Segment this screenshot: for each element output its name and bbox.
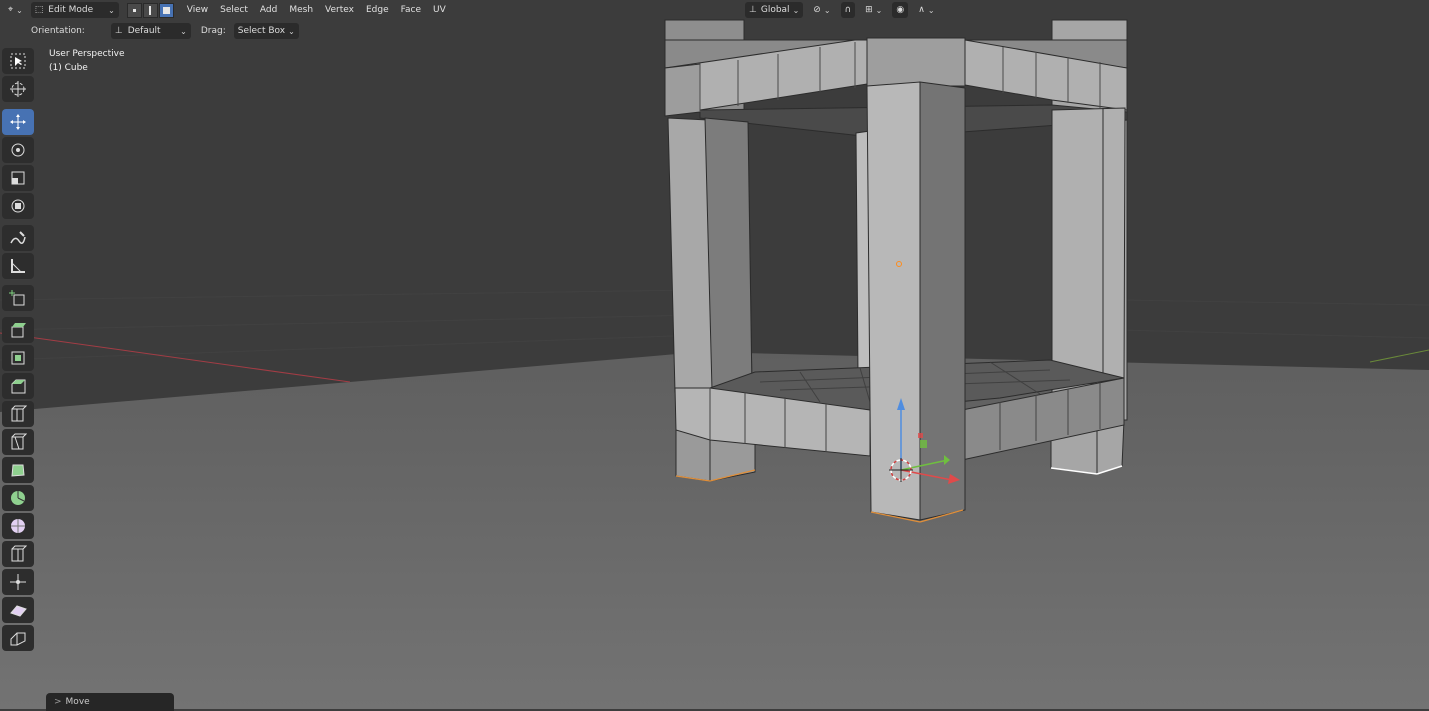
select-box-tool[interactable] bbox=[2, 48, 34, 74]
menu-add[interactable]: Add bbox=[254, 5, 283, 15]
viewport-header: ⌖ ⌄ ⬚ Edit Mode ⌄ View Select Add Mesh Ve… bbox=[0, 0, 1429, 20]
proportional-editing-icon: ◉ bbox=[896, 5, 905, 15]
transform-orientation-value: Global bbox=[760, 5, 790, 15]
last-operator-label: Move bbox=[65, 697, 90, 707]
edge-select-icon[interactable] bbox=[142, 2, 158, 18]
annotate-icon bbox=[10, 231, 26, 244]
spin-tool[interactable] bbox=[2, 485, 34, 511]
editor-type-menu[interactable]: ⌖ ⌄ bbox=[4, 2, 27, 18]
object-name: (1) Cube bbox=[49, 63, 88, 73]
rip-region-icon bbox=[10, 632, 26, 646]
menu-select[interactable]: Select bbox=[214, 5, 254, 15]
face-select-icon[interactable] bbox=[158, 2, 174, 18]
last-operator-panel[interactable]: > Move bbox=[46, 693, 174, 711]
menu-edge[interactable]: Edge bbox=[360, 5, 395, 15]
chevron-down-icon: ⌄ bbox=[108, 5, 115, 15]
expand-arrow-icon: > bbox=[54, 697, 62, 707]
snap-target-dropdown[interactable]: ⊞ ⌄ bbox=[861, 2, 886, 18]
add-cube-tool[interactable] bbox=[2, 285, 34, 311]
edit-mode-icon: ⬚ bbox=[34, 5, 44, 15]
drag-label: Drag: bbox=[200, 26, 226, 36]
loop-cut-icon bbox=[11, 405, 27, 422]
chevron-down-icon: ⌄ bbox=[792, 5, 800, 15]
knife-tool[interactable] bbox=[2, 429, 34, 455]
drag-dropdown[interactable]: Select Box ⌄ bbox=[233, 23, 299, 39]
move-tool[interactable] bbox=[2, 109, 34, 135]
orientation-gizmo-icon: ⊥ bbox=[114, 26, 123, 36]
chevron-down-icon: ⌄ bbox=[927, 5, 935, 15]
chevron-down-icon: ⌄ bbox=[875, 5, 883, 15]
proportional-falloff-dropdown[interactable]: ∧ ⌄ bbox=[914, 2, 938, 18]
cursor-tool[interactable] bbox=[2, 76, 34, 102]
mode-selector[interactable]: ⬚ Edit Mode ⌄ bbox=[30, 2, 119, 18]
inset-tool[interactable] bbox=[2, 345, 34, 371]
header-menus: View Select Add Mesh Vertex Edge Face UV bbox=[181, 5, 452, 15]
poly-build-icon bbox=[11, 464, 25, 477]
shear-tool[interactable] bbox=[2, 597, 34, 623]
extrude-tool[interactable] bbox=[2, 317, 34, 343]
cursor-icon bbox=[10, 81, 26, 97]
view-name: User Perspective bbox=[49, 49, 125, 59]
annotate-tool[interactable] bbox=[2, 225, 34, 251]
vertex-select-icon[interactable] bbox=[126, 2, 142, 18]
orientation-dropdown[interactable]: ⊥ Default ⌄ bbox=[110, 23, 191, 39]
chevron-down-icon: ⌄ bbox=[288, 26, 295, 36]
scale-tool[interactable] bbox=[2, 165, 34, 191]
smooth-icon bbox=[11, 519, 25, 533]
editor-type-icon: ⌖ bbox=[8, 5, 14, 15]
poly-build-tool[interactable] bbox=[2, 457, 34, 483]
mode-label: Edit Mode bbox=[48, 5, 94, 15]
move-icon bbox=[10, 114, 26, 130]
transform-tool[interactable] bbox=[2, 193, 34, 219]
bevel-icon bbox=[11, 379, 26, 394]
measure-tool[interactable] bbox=[2, 253, 34, 279]
menu-view[interactable]: View bbox=[181, 5, 214, 15]
edge-slide-tool[interactable] bbox=[2, 541, 34, 567]
smooth-tool[interactable] bbox=[2, 513, 34, 539]
transform-icon bbox=[11, 199, 25, 213]
transform-orientation-dropdown[interactable]: ⊥ Global ⌄ bbox=[745, 2, 804, 18]
magnet-icon: ∩ bbox=[844, 5, 852, 15]
chevron-down-icon: ⌄ bbox=[16, 5, 23, 15]
scale-icon bbox=[11, 171, 25, 185]
proportional-editing-toggle[interactable]: ◉ bbox=[892, 2, 909, 18]
add-cube-icon bbox=[9, 290, 25, 306]
chevron-down-icon: ⌄ bbox=[823, 5, 831, 15]
spin-icon bbox=[11, 491, 25, 505]
menu-face[interactable]: Face bbox=[395, 5, 427, 15]
measure-icon bbox=[11, 259, 25, 273]
pivot-point-dropdown[interactable]: ⊘ ⌄ bbox=[809, 2, 834, 18]
shrink-fatten-icon bbox=[10, 574, 26, 590]
shrink-fatten-tool[interactable] bbox=[2, 569, 34, 595]
3d-viewport[interactable] bbox=[0, 0, 1429, 709]
loop-cut-tool[interactable] bbox=[2, 401, 34, 427]
chevron-down-icon: ⌄ bbox=[180, 26, 187, 36]
mesh-cube[interactable] bbox=[664, 19, 1128, 523]
menu-uv[interactable]: UV bbox=[427, 5, 452, 15]
shear-icon bbox=[10, 605, 27, 617]
edge-slide-icon bbox=[11, 545, 27, 562]
select-mode-group bbox=[126, 2, 175, 18]
tool-settings-bar: Orientation: ⊥ Default ⌄ Drag: Select Bo… bbox=[0, 21, 1429, 41]
inset-icon bbox=[11, 351, 25, 365]
rip-region-tool[interactable] bbox=[2, 625, 34, 651]
knife-icon bbox=[11, 433, 27, 450]
falloff-curve-icon: ∧ bbox=[918, 5, 925, 15]
orientation-label: Orientation: bbox=[31, 26, 85, 36]
pivot-icon: ⊘ bbox=[813, 5, 821, 15]
select-box-icon bbox=[10, 53, 26, 69]
bevel-tool[interactable] bbox=[2, 373, 34, 399]
drag-value: Select Box bbox=[237, 26, 286, 36]
menu-vertex[interactable]: Vertex bbox=[319, 5, 360, 15]
rotate-icon bbox=[11, 143, 25, 157]
orientation-value: Default bbox=[127, 26, 161, 36]
rotate-tool[interactable] bbox=[2, 137, 34, 163]
snap-toggle[interactable]: ∩ bbox=[840, 2, 856, 18]
extrude-icon bbox=[11, 323, 26, 338]
snap-increment-icon: ⊞ bbox=[865, 5, 873, 15]
header-center-tools: ⊥ Global ⌄ ⊘ ⌄ ∩ ⊞ ⌄ ◉ ∧ ⌄ bbox=[745, 2, 939, 18]
orientation-axes-icon: ⊥ bbox=[749, 5, 757, 15]
menu-mesh[interactable]: Mesh bbox=[283, 5, 319, 15]
